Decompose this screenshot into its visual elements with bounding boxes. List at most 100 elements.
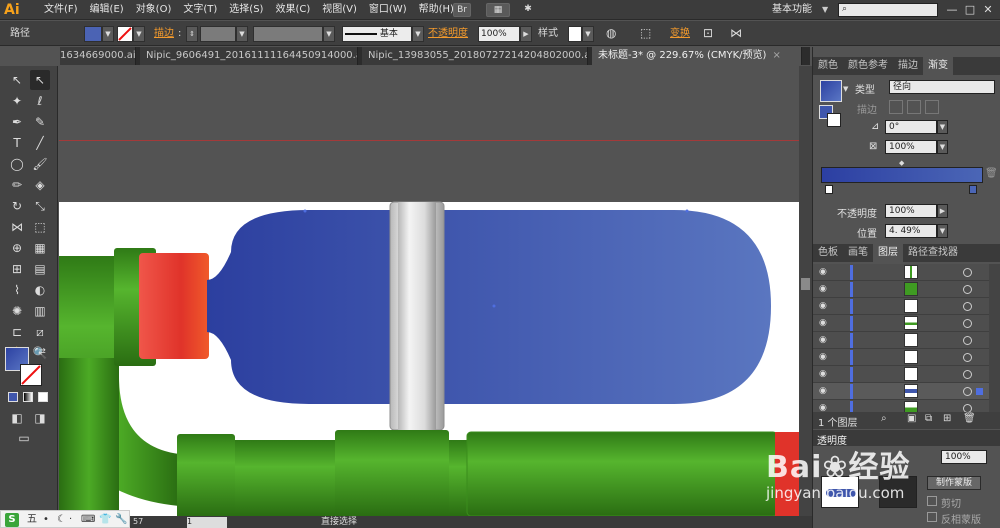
gradient-thumbnail[interactable]: [820, 80, 842, 102]
menu-file[interactable]: 文件(F): [38, 0, 84, 20]
menu-window[interactable]: 窗口(W): [363, 0, 413, 20]
stroke-dropdown[interactable]: ▼: [133, 26, 145, 42]
line-segment-tool-icon[interactable]: ╱: [30, 133, 50, 153]
eye-icon[interactable]: ◉: [819, 284, 830, 295]
target-icon[interactable]: [963, 319, 972, 328]
curvature-tool-icon[interactable]: ✎: [30, 112, 50, 132]
stroke-weight-field[interactable]: [200, 26, 236, 42]
new-layer-icon[interactable]: ⊞: [943, 413, 951, 424]
zoom-level[interactable]: 57: [133, 516, 143, 528]
layer-row[interactable]: ◉: [813, 383, 989, 400]
tab-gradient[interactable]: 渐变: [923, 57, 953, 75]
pipe-bottom-joint-2[interactable]: [335, 430, 449, 516]
ime-moon-icon[interactable]: ☾: [57, 513, 66, 527]
eyedropper-tool-icon[interactable]: ⌇: [7, 280, 27, 300]
gradient-type-select[interactable]: 径向: [889, 80, 995, 94]
menu-view[interactable]: 视图(V): [316, 0, 363, 20]
lasso-tool-icon[interactable]: ℓ: [30, 91, 50, 111]
gradient-opacity-dropdown[interactable]: ▶: [937, 204, 948, 218]
target-icon[interactable]: [963, 302, 972, 311]
tab-color[interactable]: 颜色: [813, 57, 843, 75]
target-icon[interactable]: [963, 370, 972, 379]
direct-selection-tool-icon[interactable]: ↖: [30, 70, 50, 90]
ime-skin-icon[interactable]: 👕: [99, 513, 111, 527]
stroke-weight-dropdown[interactable]: ▼: [236, 26, 248, 42]
tab-brushes[interactable]: 画笔: [843, 244, 873, 262]
isolate-icon[interactable]: ⊡: [703, 21, 713, 46]
artboard-navigation[interactable]: 1: [187, 517, 227, 528]
profile-dropdown[interactable]: ▼: [323, 26, 335, 42]
gradient-mode-icon[interactable]: [23, 392, 33, 402]
fill-dropdown[interactable]: ▼: [102, 26, 114, 42]
stroke-swatch[interactable]: [117, 26, 133, 42]
scale-tool-icon[interactable]: ⤡: [30, 196, 50, 216]
arrange-documents-icon[interactable]: ▦: [486, 3, 510, 17]
target-icon[interactable]: [963, 387, 972, 396]
tab-swatches[interactable]: 色板: [813, 244, 843, 262]
ime-logo[interactable]: S: [5, 513, 19, 527]
eraser-tool-icon[interactable]: ◈: [30, 175, 50, 195]
canvas[interactable]: [59, 66, 812, 516]
red-cap[interactable]: [139, 253, 209, 359]
target-icon[interactable]: [963, 268, 972, 277]
blue-tank[interactable]: [207, 210, 771, 404]
layer-row[interactable]: ◉: [813, 332, 989, 349]
menu-effect[interactable]: 效果(C): [269, 0, 316, 20]
menu-object[interactable]: 对象(O): [130, 0, 178, 20]
target-icon[interactable]: [963, 285, 972, 294]
menu-edit[interactable]: 编辑(E): [84, 0, 130, 20]
fill-swatch[interactable]: [84, 26, 102, 42]
new-sublayer-icon[interactable]: ⧉: [925, 413, 932, 424]
target-icon[interactable]: [963, 336, 972, 345]
tab-stroke[interactable]: 描边: [893, 57, 923, 75]
clipping-mask-icon[interactable]: ▣: [907, 413, 916, 424]
trash-icon[interactable]: 🗑: [985, 168, 998, 179]
eye-icon[interactable]: ◉: [819, 352, 830, 363]
brush-dropdown[interactable]: ▼: [412, 26, 424, 42]
angle-dropdown[interactable]: ▼: [937, 120, 948, 134]
layers-scrollbar[interactable]: [989, 264, 1000, 414]
selection-indicator[interactable]: [976, 388, 983, 395]
tab-document-active[interactable]: 未标题-3* @ 229.67% (CMYK/预览) ×: [592, 47, 802, 65]
shape-builder-tool-icon[interactable]: ⊕: [7, 238, 27, 258]
tab-document-2[interactable]: Nipic_9606491_20161111164450914000.ai*×: [140, 47, 358, 65]
locate-object-icon[interactable]: ⌕: [881, 413, 887, 424]
pipe-bottom-joint-1[interactable]: [177, 434, 235, 516]
minimize-button[interactable]: —: [944, 2, 960, 18]
artboard-tool-icon[interactable]: ⊏: [7, 322, 27, 342]
gradient-location-field[interactable]: 4. 49%: [885, 224, 937, 238]
mesh-tool-icon[interactable]: ⊞: [7, 259, 27, 279]
chevron-down-icon[interactable]: ▼: [843, 85, 848, 93]
aspect-ratio-field[interactable]: 100%: [885, 140, 937, 154]
type-tool-icon[interactable]: T: [7, 133, 27, 153]
ellipse-tool-icon[interactable]: ◯: [7, 154, 27, 174]
ime-keyboard-icon[interactable]: ⌨: [81, 513, 95, 527]
eye-icon[interactable]: ◉: [819, 369, 830, 380]
perspective-grid-tool-icon[interactable]: ▦: [30, 238, 50, 258]
magic-wand-tool-icon[interactable]: ✦: [7, 91, 27, 111]
gradient-opacity-field[interactable]: 100%: [885, 204, 937, 218]
stroke-gradient-within-icon[interactable]: [889, 100, 903, 114]
pipe-vertical[interactable]: [59, 358, 119, 516]
layer-row[interactable]: ◉: [813, 349, 989, 366]
align-icon[interactable]: ⬚: [640, 21, 651, 46]
aspect-ratio-dropdown[interactable]: ▼: [937, 140, 948, 154]
swap-colors-icon[interactable]: ⇄: [36, 346, 48, 358]
stroke-gradient-along-icon[interactable]: [907, 100, 921, 114]
eye-icon[interactable]: ◉: [819, 318, 830, 329]
tab-document-1[interactable]: 1634669000.ai*×: [60, 47, 136, 65]
panel-menu-icon[interactable]: ⋈: [730, 21, 742, 46]
gradient-location-dropdown[interactable]: ▼: [937, 224, 948, 238]
slice-tool-icon[interactable]: ⧄: [30, 322, 50, 342]
menu-select[interactable]: 选择(S): [223, 0, 269, 20]
pencil-tool-icon[interactable]: ✏: [7, 175, 27, 195]
draw-inside-icon[interactable]: ◨: [30, 408, 50, 428]
none-mode-icon[interactable]: [38, 392, 48, 402]
style-dropdown[interactable]: ▼: [582, 26, 594, 42]
anchor-point[interactable]: [303, 209, 307, 213]
column-graph-tool-icon[interactable]: ▥: [30, 301, 50, 321]
chevron-down-icon[interactable]: ▼: [822, 0, 828, 20]
scrollbar-thumb[interactable]: [801, 278, 810, 290]
gpu-performance-icon[interactable]: ✱: [520, 3, 536, 17]
eye-icon[interactable]: ◉: [819, 301, 830, 312]
